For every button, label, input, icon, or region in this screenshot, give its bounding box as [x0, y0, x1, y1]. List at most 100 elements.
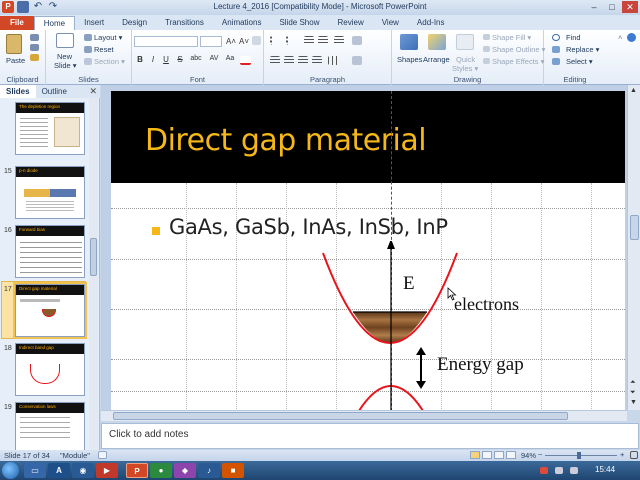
shape-outline-icon[interactable] [483, 46, 490, 52]
explorer-taskbar-icon[interactable]: ▭ [24, 463, 46, 478]
tab-insert[interactable]: Insert [75, 16, 113, 30]
reset-icon[interactable] [84, 46, 92, 53]
change-case-button[interactable]: Aa [223, 55, 237, 62]
tray-network-icon[interactable] [555, 467, 563, 474]
tab-transitions[interactable]: Transitions [156, 16, 213, 30]
pane-close-icon[interactable]: ✕ [89, 85, 97, 98]
normal-view-icon[interactable] [470, 451, 480, 459]
pane-scrollbar[interactable] [89, 98, 98, 450]
select-button[interactable]: Select ▾ [566, 57, 593, 66]
cut-icon[interactable] [30, 34, 39, 41]
slide-thumbnail[interactable]: p-n diode [15, 166, 85, 219]
paste-button[interactable]: Paste [6, 56, 25, 65]
slide-show-icon[interactable] [506, 451, 516, 459]
zoom-slider-knob[interactable] [577, 452, 581, 459]
bold-button[interactable]: B [134, 55, 146, 64]
browser-taskbar-icon[interactable]: ◉ [72, 463, 94, 478]
shape-effects-button[interactable]: Shape Effects ▾ [492, 57, 544, 66]
increase-indent-icon[interactable] [318, 36, 328, 45]
zoom-level[interactable]: 94% [521, 451, 536, 460]
notes-pane[interactable]: Click to add notes [101, 423, 639, 449]
zoom-out-icon[interactable]: − [538, 450, 542, 459]
vertical-scroll-thumb[interactable] [630, 215, 639, 240]
reading-view-icon[interactable] [494, 451, 504, 459]
zoom-slider[interactable] [545, 455, 617, 456]
font-size-combo[interactable] [200, 36, 222, 47]
bullet-text[interactable]: GaAs, GaSb, InAs, InSb, InP [169, 215, 448, 239]
help-icon[interactable] [627, 33, 636, 42]
align-left-icon[interactable] [270, 56, 280, 65]
section-icon[interactable] [84, 58, 92, 65]
slide-vertical-scrollbar[interactable]: ▲ ⏶ ⏷ ▼ [627, 85, 640, 410]
slide-thumbnail-selected[interactable]: Direct gap material [13, 282, 87, 339]
media-taskbar-icon[interactable]: ▶ [96, 463, 118, 478]
line-spacing-icon[interactable] [334, 36, 344, 45]
app2-taskbar-icon[interactable]: ◆ [174, 463, 196, 478]
slide-thumbnail[interactable]: The depletion region [15, 102, 85, 155]
quick-styles-label-2[interactable]: Styles ▾ [452, 64, 478, 73]
slide-thumbnail[interactable]: Forward bias [15, 225, 85, 278]
slide-sorter-icon[interactable] [482, 451, 492, 459]
shapes-button[interactable]: Shapes [397, 55, 422, 64]
replace-icon[interactable] [552, 46, 560, 53]
previous-slide-icon[interactable]: ⏶ [630, 379, 636, 387]
next-slide-icon[interactable]: ⏷ [630, 389, 636, 397]
quick-styles-label-1[interactable]: Quick [456, 55, 475, 64]
tab-slides[interactable]: Slides [0, 85, 36, 98]
spellcheck-icon[interactable] [98, 451, 107, 459]
system-clock[interactable]: 15:44 [595, 465, 615, 474]
shape-effects-icon[interactable] [483, 58, 490, 64]
arrange-icon[interactable] [428, 34, 446, 50]
layout-icon[interactable] [84, 34, 92, 41]
tray-flag-icon[interactable] [540, 467, 548, 474]
format-painter-icon[interactable] [30, 54, 39, 61]
tab-review[interactable]: Review [328, 16, 372, 30]
app3-taskbar-icon[interactable]: ♪ [198, 463, 220, 478]
font-name-combo[interactable] [134, 36, 198, 47]
layout-button[interactable]: Layout ▾ [94, 33, 122, 42]
decrease-indent-icon[interactable] [304, 36, 314, 45]
scroll-up-icon[interactable]: ▲ [630, 87, 637, 94]
fit-slide-icon[interactable] [630, 451, 638, 459]
new-slide-label-1[interactable]: New [57, 52, 72, 61]
quick-styles-icon[interactable] [456, 34, 474, 50]
bullets-icon[interactable] [270, 36, 281, 45]
shape-outline-button[interactable]: Shape Outline ▾ [492, 45, 545, 54]
horizontal-scroll-thumb[interactable] [113, 412, 568, 420]
smartart-icon[interactable] [352, 56, 362, 65]
find-icon[interactable] [552, 34, 560, 41]
tab-view[interactable]: View [373, 16, 408, 30]
underline-button[interactable]: U [160, 55, 172, 64]
shapes-icon[interactable] [400, 34, 418, 50]
chrome-taskbar-icon[interactable]: ● [150, 463, 172, 478]
shadow-button[interactable]: abc [187, 55, 205, 62]
justify-icon[interactable] [312, 56, 322, 65]
shape-fill-button[interactable]: Shape Fill ▾ [492, 33, 531, 42]
slide-canvas[interactable]: Direct gap material GaAs, GaSb, InAs, In… [111, 91, 625, 410]
new-slide-icon[interactable] [56, 33, 74, 48]
app4-taskbar-icon[interactable]: ■ [222, 463, 244, 478]
paste-icon[interactable] [6, 34, 22, 54]
tab-file[interactable]: File [0, 16, 34, 30]
app-taskbar-icon[interactable]: A [48, 463, 70, 478]
slide-thumbnail[interactable]: Conservation laws [15, 402, 85, 450]
columns-icon[interactable] [328, 56, 338, 65]
copy-icon[interactable] [30, 44, 39, 51]
text-direction-icon[interactable] [352, 36, 362, 45]
italic-button[interactable]: I [147, 55, 159, 64]
tab-outline[interactable]: Outline [36, 85, 73, 98]
ribbon-minimize-icon[interactable]: ˄ [618, 33, 622, 42]
zoom-in-icon[interactable]: + [620, 450, 624, 459]
pane-scroll-thumb[interactable] [90, 238, 97, 276]
slide-horizontal-scrollbar[interactable] [101, 410, 627, 421]
char-spacing-button[interactable]: AV [207, 55, 221, 62]
strikethrough-button[interactable]: S [174, 55, 186, 64]
grow-font-button[interactable]: A˄ [225, 37, 237, 46]
tab-add-ins[interactable]: Add-Ins [408, 16, 454, 30]
scroll-down-icon[interactable]: ▼ [630, 399, 637, 406]
tab-home[interactable]: Home [33, 16, 76, 30]
powerpoint-taskbar-icon[interactable]: P [126, 463, 148, 478]
numbering-icon[interactable] [286, 36, 297, 45]
maximize-button[interactable]: □ [604, 1, 620, 13]
arrange-button[interactable]: Arrange [423, 55, 450, 64]
